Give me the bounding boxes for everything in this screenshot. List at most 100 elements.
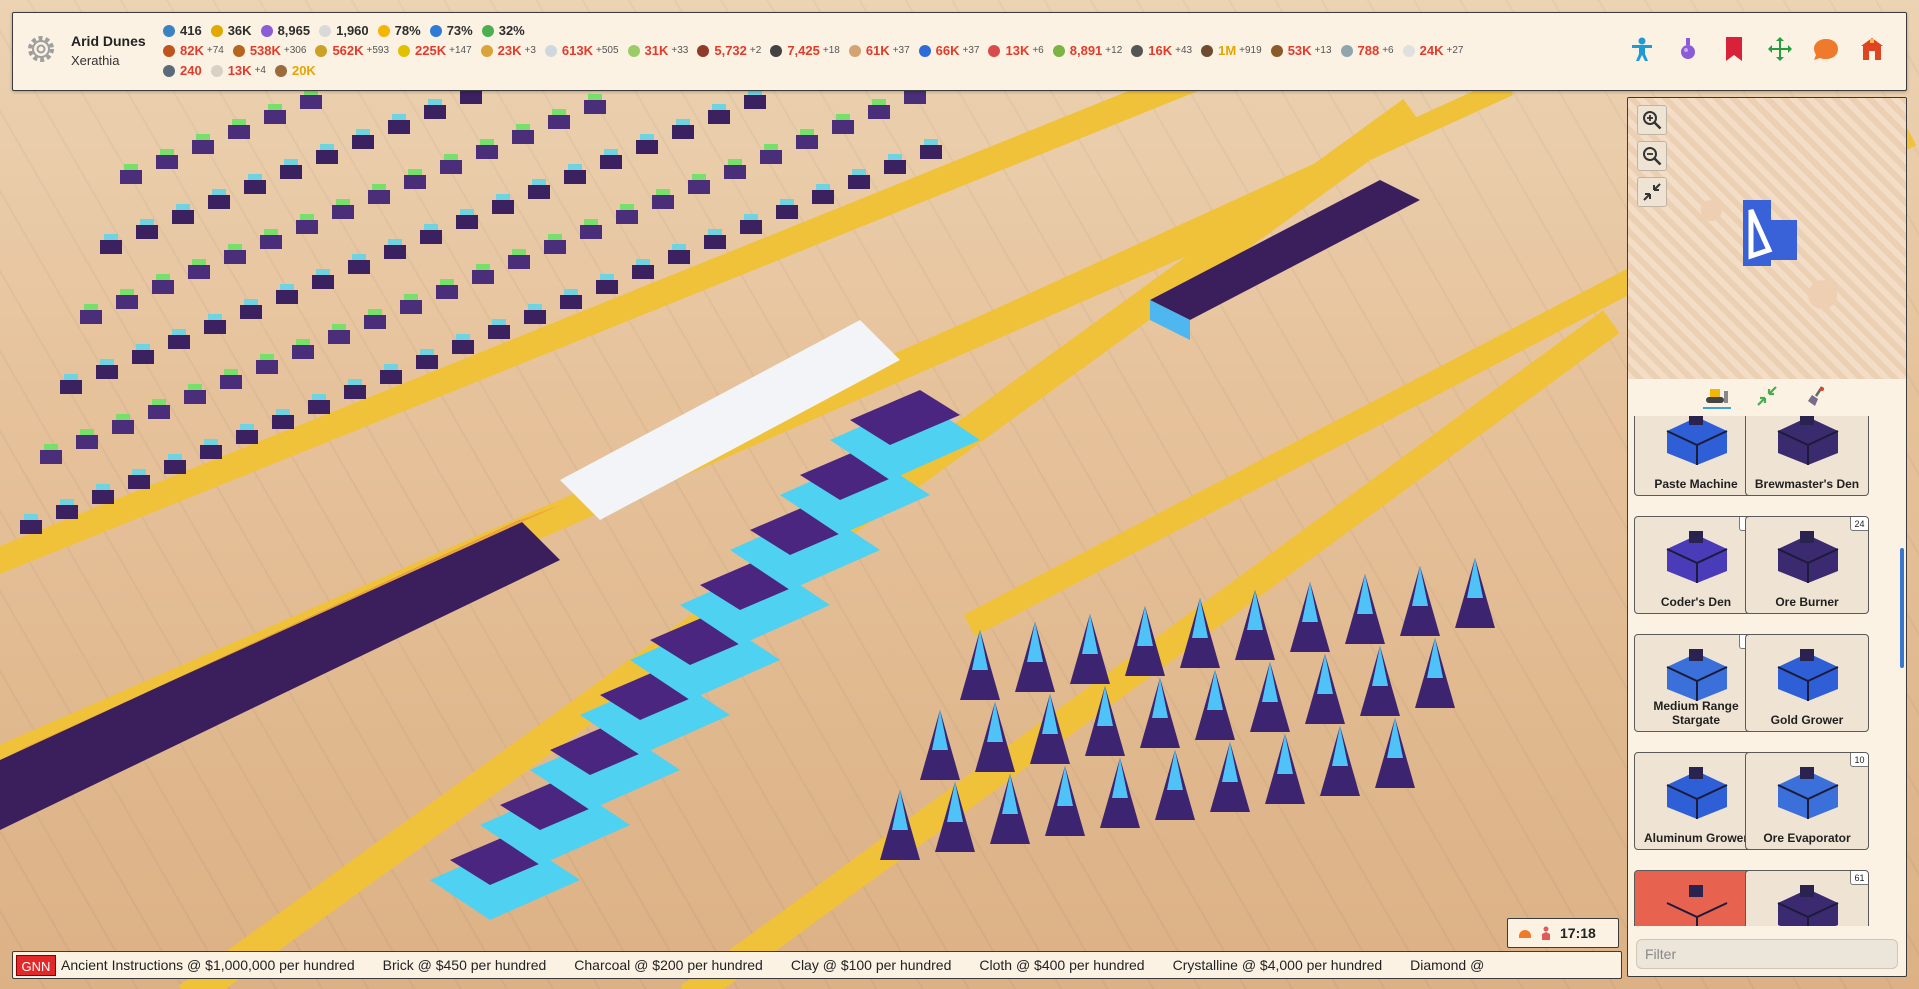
resource-item[interactable]: 23K +3 [480,43,536,58]
expand-move-icon[interactable] [1766,35,1794,63]
voxel-tree [704,235,726,249]
voxel-tree-top [332,324,346,330]
resource-item[interactable]: 24K +27 [1402,43,1463,58]
resource-item[interactable]: 8,891 +12 [1052,43,1122,58]
voxel-tree [312,275,334,289]
resource-item[interactable]: 788 +6 [1340,43,1394,58]
voxel-tree [172,210,194,224]
voxel-tree-top [352,254,366,260]
resource-item[interactable]: 1,960 [319,23,369,38]
bookmark-icon[interactable] [1720,35,1748,63]
bread-icon [848,44,861,57]
voxel-tree [60,380,82,394]
voxel-tree [296,220,318,234]
building-card[interactable]: 38Paste Machine [1634,416,1758,496]
resource-item[interactable]: 82K +74 [163,43,224,58]
resource-item[interactable]: 32% [481,23,525,38]
tab-demolish[interactable] [1803,383,1831,409]
resource-delta: +593 [366,45,390,56]
chat-bubble-icon[interactable] [1812,35,1840,63]
minimap[interactable] [1628,98,1906,379]
building-card[interactable]: 10 Ore Evaporator [1745,752,1869,850]
zoom-out-button[interactable] [1637,141,1667,171]
bottle-icon [1270,44,1283,57]
voxel-tree-top [224,369,238,375]
building-card-label: Coder's Den [1660,595,1732,609]
resource-item[interactable]: 8,965 [260,23,310,38]
resource-item[interactable]: 5,732 +2 [697,43,761,58]
resource-delta: +13 [1314,45,1332,56]
resource-item[interactable]: 66K +37 [918,43,979,58]
voxel-tree-top [636,259,650,265]
voxel-tree-top [24,514,38,520]
resource-item[interactable]: 1M +919 [1201,43,1262,58]
settings-gear-icon[interactable] [25,33,57,65]
bulldozer-icon [1706,389,1728,403]
resource-item[interactable]: 538K +306 [232,43,306,58]
building-card[interactable] [1634,870,1758,926]
resource-item[interactable]: 36K [210,23,252,38]
building-card[interactable]: 8Coder's Den [1634,516,1758,614]
zoom-in-button[interactable] [1637,105,1667,135]
coin-icon [210,24,223,37]
resource-delta: +6 [1032,45,1044,56]
voxel-tree-top [392,114,406,120]
voxel-tree [368,190,390,204]
building-card[interactable]: 1Medium Range Stargate [1634,634,1758,732]
resource-item[interactable]: 78% [377,23,421,38]
voxel-tree-top [280,284,294,290]
resource-item[interactable]: 225K +147 [398,43,472,58]
resource-item[interactable]: 20K [274,63,316,78]
filter-input[interactable] [1636,939,1898,969]
resource-value: 13K [227,63,252,78]
flask-icon [260,24,273,37]
resource-item[interactable]: 61K +37 [848,43,910,58]
voxel-tree [116,295,138,309]
tab-construction[interactable] [1703,383,1731,409]
resource-item[interactable]: 13K +4 [210,63,266,78]
building-preview-icon [1666,416,1728,465]
voxel-tree-top [708,229,722,235]
resource-item[interactable]: 73% [429,23,473,38]
resource-item[interactable]: 53K +13 [1270,43,1332,58]
voxel-tree-top [60,499,74,505]
voxel-tree [308,400,330,414]
building-card[interactable]: Aluminum Grower [1634,752,1758,850]
build-list-scrollbar[interactable] [1900,548,1904,668]
resource-delta: +2 [749,45,762,56]
fit-view-button[interactable] [1637,177,1667,207]
citizens-icon[interactable] [1628,35,1656,63]
trade-market-icon[interactable] [1858,35,1886,63]
resource-item[interactable]: 7,425 +18 [770,43,840,58]
resource-item[interactable]: 13K +6 [988,43,1044,58]
resource-item[interactable]: 16K +43 [1131,43,1192,58]
resource-value: 788 [1357,43,1380,58]
tab-transfer[interactable] [1753,383,1781,409]
energy-icon [377,24,390,37]
resource-item[interactable]: 562K +593 [315,43,389,58]
voxel-tree-top [296,339,310,345]
resource-item[interactable]: 416 [163,23,202,38]
meat-icon [163,44,175,57]
building-card[interactable]: 61 [1745,870,1869,926]
building-card[interactable]: Gold Grower [1745,634,1869,732]
voxel-tree [352,135,374,149]
resource-item[interactable]: 31K +33 [627,43,688,58]
cotton-icon [210,64,223,77]
island-name: Arid Dunes [71,33,146,49]
building-card[interactable]: 2Brewmaster's Den [1745,416,1869,496]
resource-value: 16K [1148,43,1173,58]
mud-icon [274,64,287,77]
clock-widget[interactable]: 17:18 [1507,918,1619,948]
voxel-tree-top [336,199,350,205]
ticker-price-item: Crystalline @ $4,000 per hundred [1172,957,1383,973]
voxel-tree [100,240,122,254]
voxel-tree-top [120,289,134,295]
voxel-tree-top [276,409,290,415]
research-potion-icon[interactable] [1674,35,1702,63]
resource-item[interactable]: 240 [163,63,202,78]
resource-item[interactable]: 613K +505 [544,43,619,58]
voxel-tree [240,305,262,319]
feather-icon [918,44,931,57]
building-card[interactable]: 24 Ore Burner [1745,516,1869,614]
